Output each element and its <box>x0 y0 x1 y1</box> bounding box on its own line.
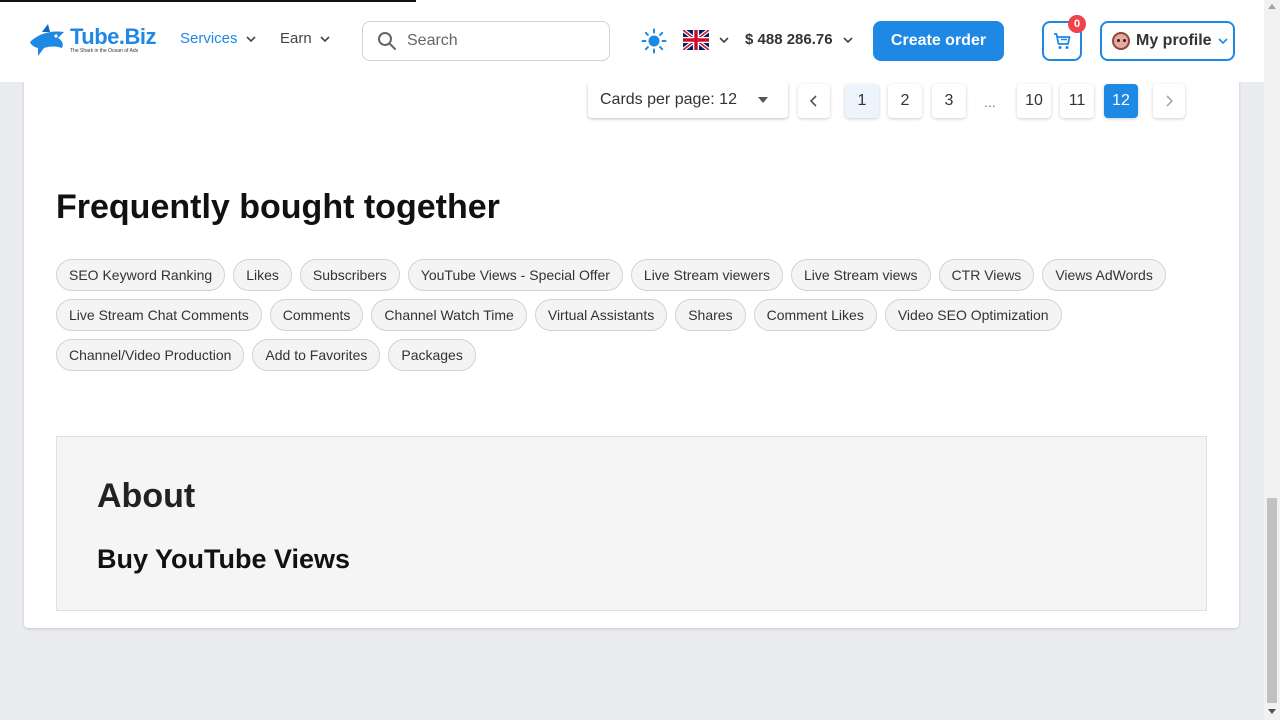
tag-packages[interactable]: Packages <box>388 339 476 371</box>
nav-earn[interactable]: Earn <box>280 30 330 47</box>
chevron-down-icon <box>843 36 853 43</box>
page-scrollbar[interactable] <box>1264 0 1280 720</box>
tag-shares[interactable]: Shares <box>675 299 746 331</box>
cards-per-page-label: Cards per page: 12 <box>600 91 737 108</box>
search-icon <box>378 32 396 50</box>
create-order-button[interactable]: Create order <box>873 21 1004 61</box>
scroll-down-arrow-icon[interactable] <box>1268 709 1276 714</box>
nav-earn-label: Earn <box>280 30 312 47</box>
page-button-1[interactable]: 1 <box>845 84 879 118</box>
tag-live-stream-chat-comments[interactable]: Live Stream Chat Comments <box>56 299 262 331</box>
tag-comments[interactable]: Comments <box>269 299 364 331</box>
top-header: Tube.Biz The Shark in the Ocean of Ads S… <box>0 0 1264 82</box>
tag-live-stream-views[interactable]: Live Stream views <box>790 259 931 291</box>
pagination-ellipsis: ... <box>984 94 996 110</box>
scroll-up-arrow-icon[interactable] <box>1268 4 1276 9</box>
frequently-bought-tags: SEO Keyword Ranking Likes Subscribers Yo… <box>56 259 1176 371</box>
chevron-left-icon <box>809 95 817 107</box>
tag-subscribers[interactable]: Subscribers <box>299 259 400 291</box>
tag-virtual-assistants[interactable]: Virtual Assistants <box>534 299 668 331</box>
tag-views-adwords[interactable]: Views AdWords <box>1042 259 1166 291</box>
profile-dropdown-button[interactable]: My profile <box>1100 21 1235 61</box>
tag-ctr-views[interactable]: CTR Views <box>938 259 1035 291</box>
balance-amount: $ 488 286.76 <box>745 31 833 48</box>
chevron-right-icon <box>1166 95 1174 107</box>
tag-likes[interactable]: Likes <box>233 259 292 291</box>
page-button-10[interactable]: 10 <box>1017 84 1051 118</box>
page-button-12-current[interactable]: 12 <box>1104 84 1138 118</box>
tag-channel-watch-time[interactable]: Channel Watch Time <box>371 299 527 331</box>
language-selector[interactable] <box>683 30 729 50</box>
tag-seo-keyword-ranking[interactable]: SEO Keyword Ranking <box>56 259 226 291</box>
frequently-bought-title: Frequently bought together <box>56 188 500 226</box>
page-button-2[interactable]: 2 <box>888 84 922 118</box>
about-title: About <box>97 477 196 515</box>
tag-add-to-favorites[interactable]: Add to Favorites <box>252 339 381 371</box>
tag-channel-video-production[interactable]: Channel/Video Production <box>56 339 245 371</box>
cart-button[interactable]: 0 <box>1042 15 1086 61</box>
chevron-down-icon <box>245 35 256 42</box>
site-logo[interactable]: Tube.Biz The Shark in the Ocean of Ads <box>28 22 157 60</box>
search-box[interactable] <box>362 21 610 61</box>
search-input[interactable] <box>407 32 587 50</box>
logo-name: Tube.Biz <box>70 24 157 49</box>
scroll-thumb[interactable] <box>1267 498 1277 703</box>
chevron-down-icon <box>1217 38 1228 45</box>
tag-video-seo-optimization[interactable]: Video SEO Optimization <box>884 299 1062 331</box>
sun-icon <box>641 28 667 54</box>
cart-icon <box>1054 33 1071 49</box>
nav-services-label: Services <box>180 30 238 47</box>
about-subtitle: Buy YouTube Views <box>97 544 351 574</box>
dropdown-caret-icon <box>758 97 768 103</box>
cards-per-page-select[interactable]: Cards per page: 12 <box>588 82 788 118</box>
tag-live-stream-viewers[interactable]: Live Stream viewers <box>630 259 783 291</box>
page-button-11[interactable]: 11 <box>1060 84 1094 118</box>
next-page-button[interactable] <box>1153 84 1185 118</box>
tag-comment-likes[interactable]: Comment Likes <box>753 299 877 331</box>
nav-services[interactable]: Services <box>180 30 256 47</box>
chevron-down-icon <box>320 35 330 42</box>
prev-page-button[interactable] <box>798 84 830 118</box>
loading-progress-line <box>0 0 416 2</box>
avatar <box>1112 32 1130 50</box>
theme-toggle[interactable] <box>641 28 667 54</box>
tag-youtube-views-special-offer[interactable]: YouTube Views - Special Offer <box>407 259 623 291</box>
shark-logo-icon <box>30 24 64 56</box>
balance-dropdown[interactable]: $ 488 286.76 <box>745 31 853 48</box>
uk-flag-icon <box>683 30 709 50</box>
logo-tagline: The Shark in the Ocean of Ads <box>70 48 139 54</box>
about-section: About Buy YouTube Views <box>56 436 1207 611</box>
page-button-3[interactable]: 3 <box>932 84 966 118</box>
profile-label: My profile <box>1136 32 1212 49</box>
chevron-down-icon <box>719 37 729 44</box>
cart-count-badge: 0 <box>1068 15 1086 33</box>
